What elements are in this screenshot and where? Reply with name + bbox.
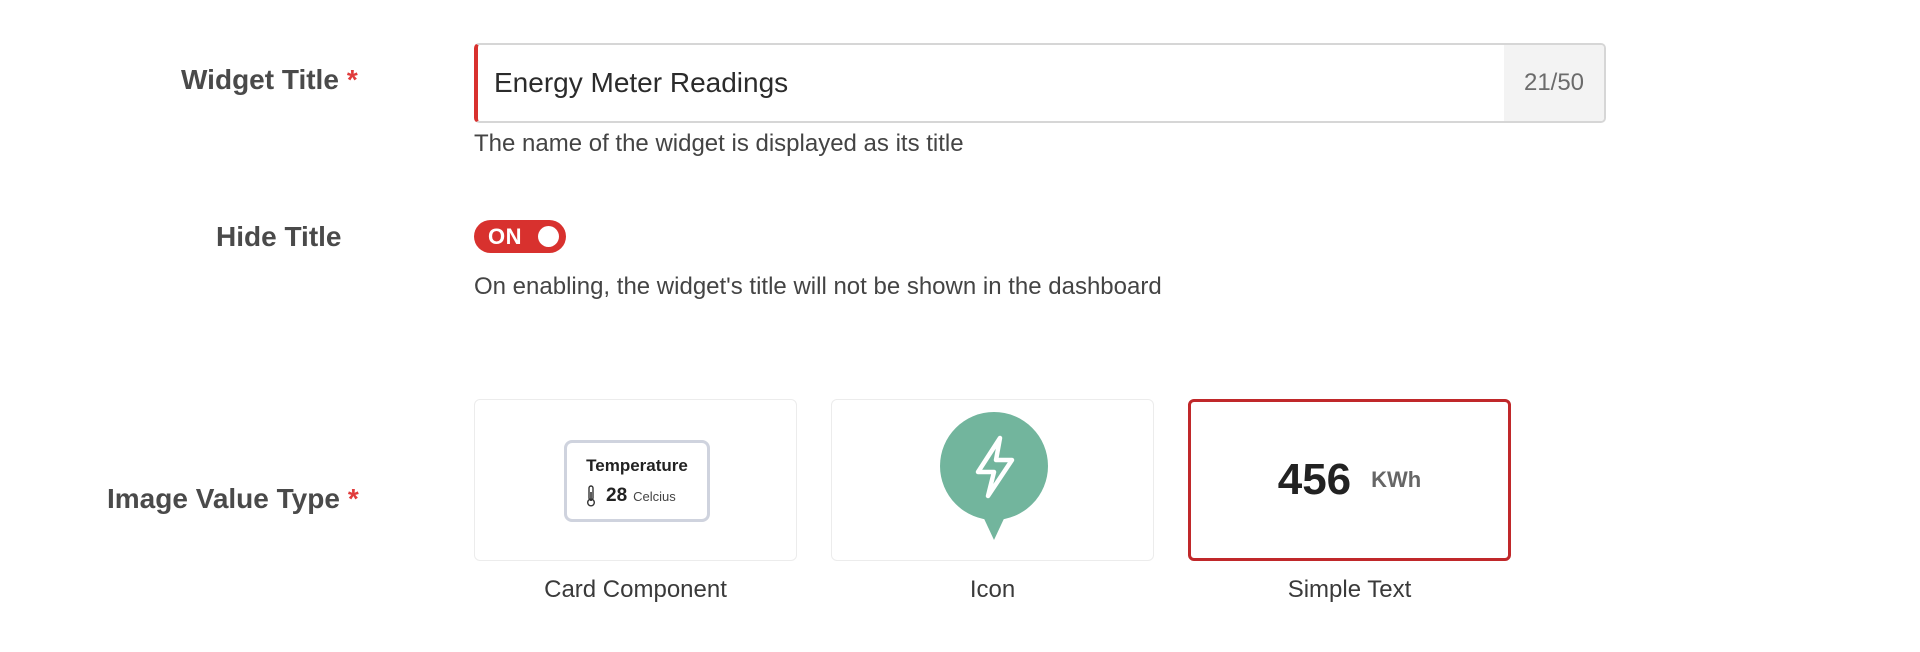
- preview-card-unit: Celcius: [633, 488, 676, 504]
- lightning-bolt-icon: [940, 412, 1048, 540]
- card-component-preview: Temperature 28 Celcius: [564, 440, 710, 522]
- preview-card-row: 28 Celcius: [586, 485, 676, 507]
- widget-settings-form: Widget Title* 21/50 The name of the widg…: [0, 0, 1920, 652]
- character-counter: 21/50: [1504, 45, 1604, 121]
- simple-text-preview: 456 KWh: [1191, 402, 1508, 558]
- option-simple-text[interactable]: 456 KWh: [1188, 399, 1511, 561]
- hide-title-help: On enabling, the widget's title will not…: [474, 273, 1162, 300]
- widget-title-input[interactable]: [478, 45, 1504, 121]
- option-simple-text-label: Simple Text: [1287, 576, 1412, 603]
- preview-card-title: Temperature: [586, 456, 688, 475]
- thermometer-icon: [587, 485, 595, 507]
- preview-unit: KWh: [1371, 467, 1422, 492]
- widget-title-help: The name of the widget is displayed as i…: [474, 130, 964, 157]
- required-asterisk: *: [347, 483, 359, 514]
- image-value-type-label-text: Image Value Type: [107, 483, 340, 514]
- widget-title-label-text: Widget Title: [181, 64, 339, 95]
- option-icon[interactable]: [831, 399, 1154, 561]
- toggle-state-text: ON: [488, 223, 522, 249]
- hide-title-label: Hide Title: [216, 221, 342, 252]
- option-card-component-label: Card Component: [544, 576, 727, 603]
- preview-card-value: 28: [606, 485, 628, 506]
- toggle-knob: [538, 226, 559, 247]
- option-card-component[interactable]: Temperature 28 Celcius: [474, 399, 797, 561]
- preview-number: 456: [1277, 455, 1352, 504]
- widget-title-input-container: 21/50: [474, 43, 1606, 123]
- hide-title-toggle[interactable]: ON: [474, 220, 566, 253]
- option-icon-label: Icon: [969, 576, 1016, 603]
- required-asterisk: *: [346, 64, 358, 95]
- widget-title-label: Widget Title *: [181, 64, 358, 96]
- image-value-type-label: Image Value Type *: [107, 483, 359, 515]
